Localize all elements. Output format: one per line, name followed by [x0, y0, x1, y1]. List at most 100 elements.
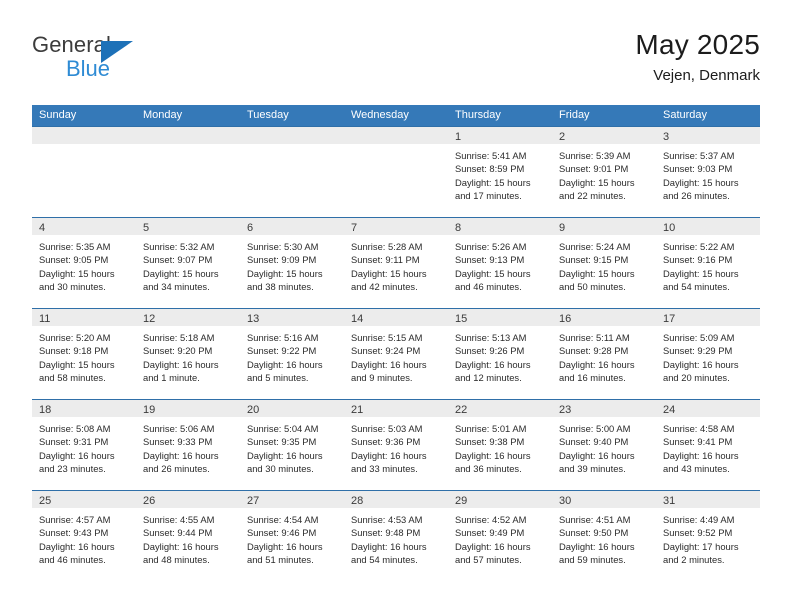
day-number: 23 — [559, 404, 572, 416]
daylight-line-2: and 12 minutes. — [455, 372, 522, 384]
day-cell[interactable]: 17 Sunrise: 5:09 AM Sunset: 9:29 PM Dayl… — [656, 309, 760, 399]
day-cell[interactable]: 16 Sunrise: 5:11 AM Sunset: 9:28 PM Dayl… — [552, 309, 656, 399]
day-number: 10 — [663, 222, 676, 234]
daylight-line-2: and 54 minutes. — [663, 281, 730, 293]
day-cell[interactable]: 6 Sunrise: 5:30 AM Sunset: 9:09 PM Dayli… — [240, 218, 344, 308]
day-cell[interactable]: 29 Sunrise: 4:52 AM Sunset: 9:49 PM Dayl… — [448, 491, 552, 581]
day-cell[interactable]: 27 Sunrise: 4:54 AM Sunset: 9:46 PM Dayl… — [240, 491, 344, 581]
daylight-line-1: Daylight: 16 hours — [455, 449, 531, 461]
day-details: Sunrise: 5:30 AM Sunset: 9:09 PM Dayligh… — [240, 235, 344, 294]
day-cell[interactable]: 26 Sunrise: 4:55 AM Sunset: 9:44 PM Dayl… — [136, 491, 240, 581]
day-cell[interactable]: 4 Sunrise: 5:35 AM Sunset: 9:05 PM Dayli… — [32, 218, 136, 308]
day-cell[interactable]: 8 Sunrise: 5:26 AM Sunset: 9:13 PM Dayli… — [448, 218, 552, 308]
day-details: Sunrise: 5:04 AM Sunset: 9:35 PM Dayligh… — [240, 417, 344, 476]
day-cell[interactable]: 13 Sunrise: 5:16 AM Sunset: 9:22 PM Dayl… — [240, 309, 344, 399]
day-cell[interactable]: 5 Sunrise: 5:32 AM Sunset: 9:07 PM Dayli… — [136, 218, 240, 308]
day-cell[interactable]: 21 Sunrise: 5:03 AM Sunset: 9:36 PM Dayl… — [344, 400, 448, 490]
daylight-line-1: Daylight: 16 hours — [663, 358, 739, 370]
day-cell[interactable]: 30 Sunrise: 4:51 AM Sunset: 9:50 PM Dayl… — [552, 491, 656, 581]
daylight-line-1: Daylight: 16 hours — [351, 540, 427, 552]
sunrise-line: Sunrise: 5:15 AM — [351, 332, 423, 343]
day-details: Sunrise: 5:37 AM Sunset: 9:03 PM Dayligh… — [656, 144, 760, 203]
day-cell[interactable]: 25 Sunrise: 4:57 AM Sunset: 9:43 PM Dayl… — [32, 491, 136, 581]
sunset-line: Sunset: 9:07 PM — [143, 254, 213, 266]
day-cell[interactable]: 11 Sunrise: 5:20 AM Sunset: 9:18 PM Dayl… — [32, 309, 136, 399]
sunrise-line: Sunrise: 5:35 AM — [39, 241, 111, 252]
day-number: 3 — [663, 131, 670, 143]
day-details: Sunrise: 5:08 AM Sunset: 9:31 PM Dayligh… — [32, 417, 136, 476]
day-cell[interactable]: 15 Sunrise: 5:13 AM Sunset: 9:26 PM Dayl… — [448, 309, 552, 399]
sunrise-line: Sunrise: 4:49 AM — [663, 514, 735, 525]
daylight-line-1: Daylight: 16 hours — [455, 358, 531, 370]
day-number: 20 — [247, 404, 260, 416]
day-number-band — [240, 127, 344, 144]
day-cell[interactable] — [136, 127, 240, 217]
daylight-line-1: Daylight: 16 hours — [351, 449, 427, 461]
calendar-page: General Blue May 2025 Vejen, Denmark Sun… — [0, 0, 792, 612]
day-number: 25 — [39, 495, 52, 507]
day-cell[interactable] — [32, 127, 136, 217]
day-cell[interactable]: 28 Sunrise: 4:53 AM Sunset: 9:48 PM Dayl… — [344, 491, 448, 581]
day-cell[interactable] — [240, 127, 344, 217]
day-cell[interactable]: 3 Sunrise: 5:37 AM Sunset: 9:03 PM Dayli… — [656, 127, 760, 217]
daylight-line-2: and 22 minutes. — [559, 190, 626, 202]
day-cell[interactable]: 1 Sunrise: 5:41 AM Sunset: 8:59 PM Dayli… — [448, 127, 552, 217]
day-number-band: 31 — [656, 491, 760, 508]
day-cell[interactable]: 22 Sunrise: 5:01 AM Sunset: 9:38 PM Dayl… — [448, 400, 552, 490]
weekday-header-saturday: Saturday — [663, 109, 708, 121]
day-cell[interactable]: 14 Sunrise: 5:15 AM Sunset: 9:24 PM Dayl… — [344, 309, 448, 399]
daylight-line-1: Daylight: 15 hours — [39, 267, 115, 279]
sunrise-line: Sunrise: 5:13 AM — [455, 332, 527, 343]
day-number-band: 8 — [448, 218, 552, 235]
day-details: Sunrise: 5:16 AM Sunset: 9:22 PM Dayligh… — [240, 326, 344, 385]
day-cell[interactable]: 10 Sunrise: 5:22 AM Sunset: 9:16 PM Dayl… — [656, 218, 760, 308]
day-cell[interactable]: 23 Sunrise: 5:00 AM Sunset: 9:40 PM Dayl… — [552, 400, 656, 490]
daylight-line-1: Daylight: 15 hours — [455, 176, 531, 188]
general-blue-logo: General Blue — [32, 34, 152, 90]
day-number: 14 — [351, 313, 364, 325]
day-number-band: 12 — [136, 309, 240, 326]
calendar-week-row: 4 Sunrise: 5:35 AM Sunset: 9:05 PM Dayli… — [32, 217, 760, 308]
sunrise-line: Sunrise: 5:32 AM — [143, 241, 215, 252]
daylight-line-1: Daylight: 15 hours — [559, 267, 635, 279]
day-cell[interactable]: 2 Sunrise: 5:39 AM Sunset: 9:01 PM Dayli… — [552, 127, 656, 217]
daylight-line-1: Daylight: 16 hours — [247, 358, 323, 370]
day-cell[interactable]: 12 Sunrise: 5:18 AM Sunset: 9:20 PM Dayl… — [136, 309, 240, 399]
daylight-line-2: and 46 minutes. — [455, 281, 522, 293]
daylight-line-2: and 50 minutes. — [559, 281, 626, 293]
sunrise-line: Sunrise: 5:04 AM — [247, 423, 319, 434]
day-number-band: 10 — [656, 218, 760, 235]
day-cell[interactable] — [344, 127, 448, 217]
day-details: Sunrise: 5:13 AM Sunset: 9:26 PM Dayligh… — [448, 326, 552, 385]
day-cell[interactable]: 20 Sunrise: 5:04 AM Sunset: 9:35 PM Dayl… — [240, 400, 344, 490]
sunrise-line: Sunrise: 5:06 AM — [143, 423, 215, 434]
daylight-line-1: Daylight: 16 hours — [351, 358, 427, 370]
daylight-line-2: and 26 minutes. — [663, 190, 730, 202]
day-cell[interactable]: 18 Sunrise: 5:08 AM Sunset: 9:31 PM Dayl… — [32, 400, 136, 490]
daylight-line-2: and 38 minutes. — [247, 281, 314, 293]
daylight-line-2: and 54 minutes. — [351, 554, 418, 566]
day-number-band: 28 — [344, 491, 448, 508]
day-details: Sunrise: 5:28 AM Sunset: 9:11 PM Dayligh… — [344, 235, 448, 294]
sunset-line: Sunset: 9:13 PM — [455, 254, 525, 266]
daylight-line-2: and 57 minutes. — [455, 554, 522, 566]
day-number: 8 — [455, 222, 462, 234]
day-number-band: 5 — [136, 218, 240, 235]
day-details: Sunrise: 5:18 AM Sunset: 9:20 PM Dayligh… — [136, 326, 240, 385]
sunset-line: Sunset: 9:11 PM — [351, 254, 420, 266]
day-number-band: 25 — [32, 491, 136, 508]
daylight-line-1: Daylight: 15 hours — [143, 267, 219, 279]
daylight-line-2: and 58 minutes. — [39, 372, 106, 384]
day-cell[interactable]: 9 Sunrise: 5:24 AM Sunset: 9:15 PM Dayli… — [552, 218, 656, 308]
daylight-line-1: Daylight: 16 hours — [559, 358, 635, 370]
day-cell[interactable]: 24 Sunrise: 4:58 AM Sunset: 9:41 PM Dayl… — [656, 400, 760, 490]
sunrise-line: Sunrise: 5:03 AM — [351, 423, 423, 434]
weekday-header-friday: Friday — [559, 109, 590, 121]
day-cell[interactable]: 31 Sunrise: 4:49 AM Sunset: 9:52 PM Dayl… — [656, 491, 760, 581]
day-number-band — [136, 127, 240, 144]
daylight-line-2: and 51 minutes. — [247, 554, 314, 566]
day-cell[interactable]: 19 Sunrise: 5:06 AM Sunset: 9:33 PM Dayl… — [136, 400, 240, 490]
sunset-line: Sunset: 9:15 PM — [559, 254, 629, 266]
day-cell[interactable]: 7 Sunrise: 5:28 AM Sunset: 9:11 PM Dayli… — [344, 218, 448, 308]
day-number: 17 — [663, 313, 676, 325]
